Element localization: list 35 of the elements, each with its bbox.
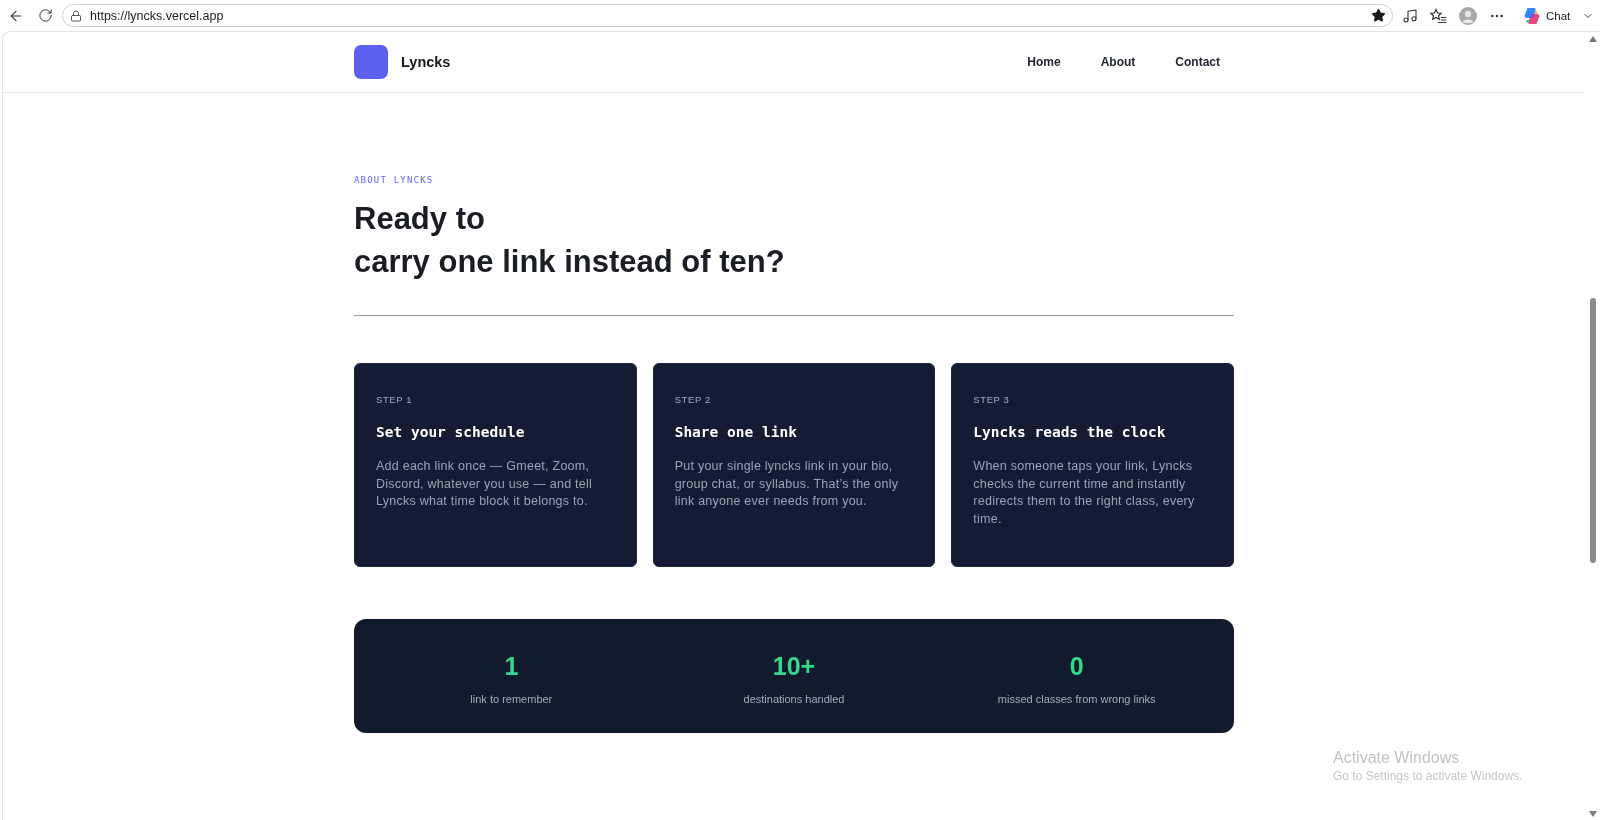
stat-label: link to remember [470,692,553,706]
star-list-icon[interactable] [1430,7,1447,24]
swirl-logo-icon [1523,6,1541,25]
star-icon[interactable] [1371,8,1386,23]
stat-label: missed classes from wrong links [997,692,1156,706]
section-eyebrow: ABOUT LYNCKS [354,174,435,186]
step-title: Lyncks reads the clock [973,423,1167,442]
stat-label: destinations handled [743,692,845,706]
stat-value: 1 [504,652,519,680]
reload-icon[interactable] [38,8,53,23]
chat-button[interactable]: Chat [1519,4,1575,27]
scrollbar-thumb[interactable] [1589,298,1596,563]
activation-notice-title: Activate Windows [1333,748,1461,768]
step-description: When someone taps your link, Lyncks checks the current time and instantly redirects them to the right class, every time. [973,458,1196,528]
step-title: Set your schedule [376,423,526,442]
step-title: Share one link [674,423,798,442]
url-text: https://lyncks.vercel.app [90,8,225,23]
nav-link[interactable]: Contact [1175,55,1220,69]
step-label: STEP 1 [376,394,414,406]
scroll-down-icon[interactable] [1588,811,1597,817]
logo-icon[interactable] [354,45,388,79]
lock-icon[interactable] [70,9,82,22]
scroll-up-icon[interactable] [1588,36,1597,42]
step-description: Add each link once — Gmeet, Zoom, Discord, whatever you use — and tell Lyncks what time block it belongs to. [376,458,594,511]
nav-link[interactable]: About [1100,55,1136,69]
step-label: STEP 2 [674,394,712,406]
step-description: Put your single lyncks link in your bio, group chat, or syllabus. That’s the only link anyone ever needs from you. [674,458,900,511]
stat-value: 10+ [772,652,816,680]
stat-value: 0 [1069,652,1084,680]
nav-link[interactable]: Home [1027,55,1061,69]
step-label: STEP 3 [973,394,1011,406]
address-bar[interactable]: https://lyncks.vercel.app [62,4,1393,27]
brand-name[interactable]: Lyncks [401,54,451,70]
music-note-icon[interactable] [1402,7,1418,24]
section-heading: Ready to carry one link instead of ten? [354,200,786,281]
